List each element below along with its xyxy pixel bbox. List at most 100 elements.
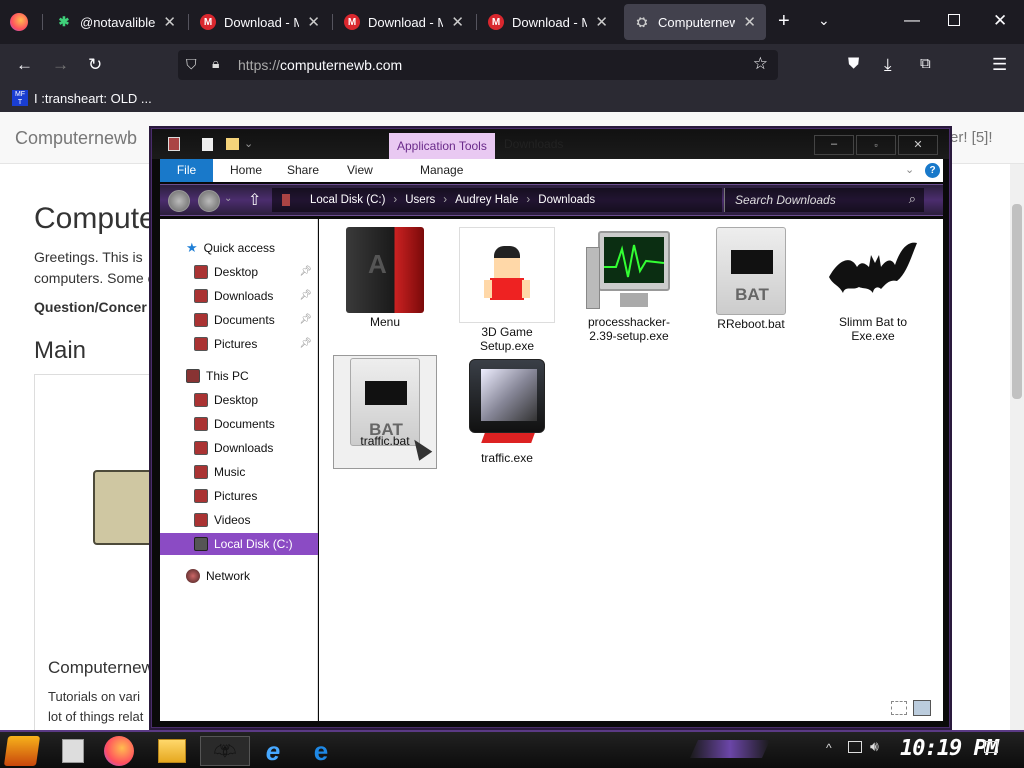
maximize-button[interactable]: ▫ xyxy=(856,135,896,155)
nav-this-pc[interactable]: This PC xyxy=(160,365,318,387)
show-hidden-icons-icon[interactable]: ^ xyxy=(826,741,832,755)
tab-mega-3[interactable]: M Download - MEG ✕ xyxy=(478,4,618,40)
reload-icon[interactable]: ↻ xyxy=(88,55,102,75)
download-icon[interactable]: ⤓ xyxy=(884,55,892,75)
nav-pc-documents[interactable]: Documents xyxy=(160,413,318,435)
pin-icon[interactable]: 📌︎ xyxy=(299,261,312,283)
nav-pc-videos[interactable]: Videos xyxy=(160,509,318,531)
file-name: Slimm Bat to Exe.exe xyxy=(838,315,907,343)
close-window-icon[interactable]: ✕ xyxy=(993,11,1007,31)
minimize-icon[interactable]: — xyxy=(904,12,920,30)
nav-quick-pictures[interactable]: Pictures 📌︎ xyxy=(160,333,318,355)
close-icon[interactable]: ✕ xyxy=(163,13,176,31)
scroll-thumb[interactable] xyxy=(1012,204,1022,399)
site-name[interactable]: Computernewb xyxy=(15,128,137,149)
nav-local-disk[interactable]: Local Disk (C:) xyxy=(160,533,318,555)
firefox-menu-icon[interactable] xyxy=(10,13,28,31)
tab-home[interactable]: Home xyxy=(220,159,272,182)
volume-icon[interactable]: 🔊︎ xyxy=(870,738,879,755)
tab-share[interactable]: Share xyxy=(277,159,329,182)
file-item-processhacker-setup[interactable]: processhacker-2.39-setup.exe xyxy=(577,227,681,343)
tab-manage[interactable]: Manage xyxy=(410,159,473,182)
help-icon[interactable]: ? xyxy=(925,163,940,178)
pin-icon[interactable]: 📌︎ xyxy=(299,333,312,355)
tab-application-tools[interactable]: Application Tools xyxy=(389,133,495,159)
nav-pc-music[interactable]: Music xyxy=(160,461,318,483)
site-notice[interactable]: er! [5]! xyxy=(950,129,993,146)
url-bar[interactable]: ⛉ 🔒︎ https://computernewb.com ☆ xyxy=(178,50,778,80)
pocket-icon[interactable]: ⛊ xyxy=(848,55,859,72)
nav-quick-access[interactable]: ★ Quick access xyxy=(160,237,318,259)
tab-mega-2[interactable]: M Download - MEG ✕ xyxy=(334,4,474,40)
file-item-menu[interactable]: A Menu xyxy=(333,227,437,329)
extensions-icon[interactable]: ⧉ xyxy=(920,55,931,72)
breadcrumb-separator-icon: › xyxy=(443,194,448,206)
breadcrumb-users[interactable]: Users xyxy=(405,194,435,206)
back-button-icon[interactable] xyxy=(168,190,190,212)
firefox-taskbar-icon[interactable] xyxy=(104,736,134,766)
shield-icon[interactable]: ⛉ xyxy=(186,56,197,73)
tab-view[interactable]: View xyxy=(337,159,383,182)
tab-notavalible[interactable]: ✱ @notavalible | ✕ xyxy=(46,4,186,40)
up-arrow-icon[interactable]: ⇧ xyxy=(248,190,261,210)
nav-pc-downloads[interactable]: Downloads xyxy=(160,437,318,459)
menu-icon[interactable]: ☰ xyxy=(992,55,1007,75)
minimize-button[interactable]: – xyxy=(814,135,854,155)
close-icon[interactable]: ✕ xyxy=(451,13,464,31)
ribbon-expand-chevron-icon[interactable]: ⌄ xyxy=(905,163,914,176)
nav-pc-desktop[interactable]: Desktop xyxy=(160,389,318,411)
breadcrumb[interactable]: Local Disk (C:) › Users › Audrey Hale › Dow… xyxy=(272,188,722,212)
search-icon[interactable]: ⌕ xyxy=(909,191,916,207)
tab-computernewb[interactable]: ⛭ Computernewb ✕ xyxy=(624,4,766,40)
breadcrumb-local-disk[interactable]: Local Disk (C:) xyxy=(310,194,385,206)
nav-quick-documents[interactable]: Documents 📌︎ xyxy=(160,309,318,331)
close-icon[interactable]: ✕ xyxy=(595,13,608,31)
page-scrollbar[interactable] xyxy=(1010,164,1024,732)
file-item-slimm-bat-to-exe[interactable]: Slimm Bat to Exe.exe xyxy=(821,227,925,343)
back-icon[interactable]: ← xyxy=(16,55,33,75)
tab-mega-1[interactable]: M Download - MEG ✕ xyxy=(190,4,330,40)
search-box[interactable]: Search Downloads ⌕ xyxy=(724,188,924,212)
edge-taskbar-icon[interactable]: e xyxy=(306,736,336,766)
nav-label: Videos xyxy=(214,513,251,527)
close-button[interactable]: ✕ xyxy=(898,135,938,155)
nav-quick-desktop[interactable]: Desktop 📌︎ xyxy=(160,261,318,283)
properties-icon[interactable] xyxy=(202,138,213,151)
bookmark-item[interactable]: MF T I :transheart: OLD ... xyxy=(12,90,152,106)
breadcrumb-audrey-hale[interactable]: Audrey Hale xyxy=(455,194,518,206)
pin-icon[interactable]: 📌︎ xyxy=(299,309,312,331)
tab-list-chevron-icon[interactable]: ⌄ xyxy=(818,12,830,29)
file-explorer-taskbar-icon[interactable] xyxy=(62,739,84,763)
nav-network[interactable]: Network xyxy=(160,565,318,587)
quick-access-chevron-icon[interactable]: ⌄ xyxy=(244,137,253,150)
file-item-traffic-exe[interactable]: traffic.exe xyxy=(455,357,559,465)
url-text[interactable]: https://computernewb.com xyxy=(238,57,402,73)
network-tray-icon[interactable] xyxy=(848,741,862,753)
file-item-rreboot-bat[interactable]: BAT RReboot.bat xyxy=(699,227,803,331)
forward-icon[interactable]: → xyxy=(52,55,69,75)
new-folder-icon[interactable] xyxy=(226,138,239,150)
lock-icon[interactable]: 🔒︎ xyxy=(212,55,219,72)
tab-file[interactable]: File xyxy=(160,159,213,182)
large-icons-view-icon[interactable] xyxy=(913,700,931,716)
file-item-3d-game-setup[interactable]: 3D Game Setup.exe xyxy=(455,227,559,353)
breadcrumb-downloads[interactable]: Downloads xyxy=(538,194,595,206)
bookmark-star-icon[interactable]: ☆ xyxy=(753,54,768,74)
recent-chevron-icon[interactable]: ⌄ xyxy=(224,193,232,204)
forward-button-icon[interactable] xyxy=(198,190,220,212)
nav-pc-pictures[interactable]: Pictures xyxy=(160,485,318,507)
bat-taskbar-icon[interactable]: 🦇︎ xyxy=(200,736,250,766)
file-item-traffic-bat[interactable]: BAT traffic.bat xyxy=(333,355,437,469)
title-bar[interactable]: ⌄ Application Tools Downloads – ▫ ✕ xyxy=(152,129,949,159)
notifications-icon[interactable] xyxy=(984,741,998,753)
pin-icon[interactable]: 📌︎ xyxy=(299,285,312,307)
restore-icon[interactable] xyxy=(948,14,960,26)
start-button-icon[interactable] xyxy=(3,736,41,766)
folder-taskbar-icon[interactable] xyxy=(158,739,186,763)
new-tab-icon[interactable]: + xyxy=(778,10,790,33)
internet-explorer-taskbar-icon[interactable]: e xyxy=(258,736,288,766)
nav-quick-downloads[interactable]: Downloads 📌︎ xyxy=(160,285,318,307)
details-view-icon[interactable] xyxy=(891,701,907,715)
close-icon[interactable]: ✕ xyxy=(307,13,320,31)
close-icon[interactable]: ✕ xyxy=(743,13,756,31)
